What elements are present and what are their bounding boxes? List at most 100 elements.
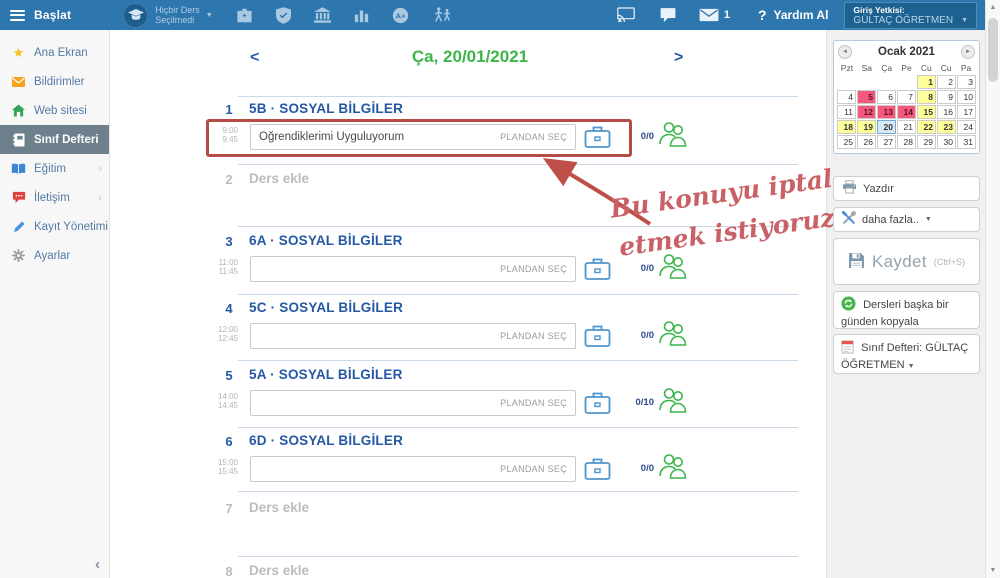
select-from-plan-button[interactable]: PLANDAN SEÇ: [500, 331, 567, 341]
sidebar-item-record-management[interactable]: Kayıt Yönetimi: [0, 212, 109, 241]
calendar-day[interactable]: 19: [857, 120, 876, 134]
calendar-day[interactable]: 9: [937, 90, 956, 104]
next-day-button[interactable]: >: [674, 49, 683, 67]
help-button[interactable]: Yardım Al: [774, 8, 829, 22]
calendar-day[interactable]: 8: [917, 90, 936, 104]
briefcase-icon[interactable]: [584, 456, 611, 486]
hamburger-menu-icon[interactable]: [10, 7, 25, 23]
calendar-day[interactable]: 31: [957, 135, 976, 149]
more-options-button[interactable]: daha fazla.. ▼: [833, 207, 980, 232]
scrollbar-thumb[interactable]: [988, 18, 998, 82]
shield-check-icon[interactable]: [275, 6, 291, 24]
attendance-people-icon[interactable]: [658, 252, 688, 285]
topic-input[interactable]: Öğrendiklerimi Uyguluyorum PLANDAN SEÇ: [250, 124, 576, 150]
lesson-title[interactable]: 5B · SOSYAL BİLGİLER: [249, 101, 403, 116]
calendar-day[interactable]: 13: [877, 105, 896, 119]
attendance-people-icon[interactable]: [658, 386, 688, 419]
topic-input[interactable]: PLANDAN SEÇ: [250, 256, 576, 282]
lesson-title[interactable]: 6A · SOSYAL BİLGİLER: [249, 233, 403, 248]
add-lesson-button[interactable]: Ders ekle: [249, 500, 309, 515]
topic-input[interactable]: PLANDAN SEÇ: [250, 390, 576, 416]
briefcase-icon[interactable]: [584, 256, 611, 286]
add-lesson-button[interactable]: Ders ekle: [249, 171, 309, 186]
login-role-dropdown[interactable]: Giriş Yetkisi: GÜLTAÇ ÖĞRETMEN ▼: [844, 1, 977, 29]
sidebar-item-settings[interactable]: Ayarlar: [0, 241, 109, 270]
briefcase-icon[interactable]: [584, 323, 611, 353]
sidebar-item-notifications[interactable]: Bildirimler: [0, 67, 109, 96]
select-from-plan-button[interactable]: PLANDAN SEÇ: [500, 264, 567, 274]
walking-people-icon[interactable]: [432, 6, 452, 24]
calendar-day[interactable]: 14: [897, 105, 916, 119]
help-icon[interactable]: ?: [758, 7, 767, 23]
calendar-day[interactable]: 5: [857, 90, 876, 104]
grade-a-plus-icon[interactable]: A+: [392, 7, 409, 24]
calendar-day[interactable]: 18: [837, 120, 856, 134]
topic-input[interactable]: PLANDAN SEÇ: [250, 456, 576, 482]
calendar-day[interactable]: 29: [917, 135, 936, 149]
add-lesson-button[interactable]: Ders ekle: [249, 563, 309, 578]
lesson-time: 15:00 15:45: [217, 458, 238, 476]
briefcase-icon[interactable]: [236, 8, 253, 23]
topic-input[interactable]: PLANDAN SEÇ: [250, 323, 576, 349]
calendar-day[interactable]: 2: [937, 75, 956, 89]
calendar-day[interactable]: 3: [957, 75, 976, 89]
sidebar-item-class-register[interactable]: Sınıf Defteri: [0, 125, 109, 154]
copy-lessons-button[interactable]: Dersleri başka bir günden kopyala: [833, 291, 980, 329]
calendar-day[interactable]: 20: [877, 120, 896, 134]
calendar-day[interactable]: 28: [897, 135, 916, 149]
print-button[interactable]: Yazdır: [833, 176, 980, 201]
calendar-day[interactable]: 12: [857, 105, 876, 119]
select-from-plan-button[interactable]: PLANDAN SEÇ: [500, 398, 567, 408]
calendar-day[interactable]: 17: [957, 105, 976, 119]
chat-icon[interactable]: [659, 7, 677, 24]
calendar-day[interactable]: 15: [917, 105, 936, 119]
calendar-day[interactable]: 11: [837, 105, 856, 119]
bank-building-icon[interactable]: [313, 7, 331, 23]
select-from-plan-button[interactable]: PLANDAN SEÇ: [500, 464, 567, 474]
calendar-day[interactable]: 10: [957, 90, 976, 104]
calendar-day[interactable]: 23: [937, 120, 956, 134]
calendar-day[interactable]: 27: [877, 135, 896, 149]
attendance-people-icon[interactable]: [658, 452, 688, 485]
mail-icon[interactable]: [699, 8, 719, 22]
sidebar-collapse-icon[interactable]: ‹: [95, 556, 100, 573]
sidebar-item-communication[interactable]: İletişim ›: [0, 183, 109, 212]
page-scrollbar[interactable]: ▲ ▼: [985, 0, 1000, 578]
screen-cast-icon[interactable]: [617, 7, 635, 23]
start-button[interactable]: Başlat: [34, 8, 71, 22]
calendar-day[interactable]: 4: [837, 90, 856, 104]
sidebar-item-education[interactable]: Eğitim ›: [0, 154, 109, 183]
briefcase-icon[interactable]: [584, 124, 611, 154]
calendar-dow-row: Pzt Sa Ça Pe Cu Cu Pa: [837, 62, 976, 75]
calendar-day[interactable]: 30: [937, 135, 956, 149]
select-from-plan-button[interactable]: PLANDAN SEÇ: [500, 132, 567, 142]
calendar-day[interactable]: 7: [897, 90, 916, 104]
attendance-people-icon[interactable]: [658, 120, 688, 153]
calendar-day[interactable]: 25: [837, 135, 856, 149]
lesson-title[interactable]: 5C · SOSYAL BİLGİLER: [249, 300, 403, 315]
course-selector[interactable]: Hiçbir Ders Seçilmedi ▼: [123, 2, 213, 28]
calendar-day[interactable]: 22: [917, 120, 936, 134]
calendar-day[interactable]: 26: [857, 135, 876, 149]
lesson-title[interactable]: 5A · SOSYAL BİLGİLER: [249, 367, 403, 382]
calendar-day[interactable]: 24: [957, 120, 976, 134]
bar-chart-icon[interactable]: [354, 8, 369, 23]
calendar-prev-icon[interactable]: ◄: [838, 45, 852, 59]
sidebar-item-home[interactable]: ★ Ana Ekran: [0, 38, 109, 67]
attendance-people-icon[interactable]: [658, 319, 688, 352]
sidebar-item-website[interactable]: Web sitesi: [0, 96, 109, 125]
previous-day-button[interactable]: <: [250, 49, 259, 67]
pen-icon: [11, 221, 26, 233]
scroll-down-icon[interactable]: ▼: [986, 567, 1000, 574]
calendar-day[interactable]: 21: [897, 120, 916, 134]
lesson-title[interactable]: 6D · SOSYAL BİLGİLER: [249, 433, 403, 448]
calendar-day[interactable]: 6: [877, 90, 896, 104]
scroll-up-icon[interactable]: ▲: [986, 4, 1000, 11]
chevron-down-icon: ▼: [907, 363, 915, 370]
save-button[interactable]: Kaydet (Ctrl+S): [833, 238, 980, 285]
calendar-next-icon[interactable]: ►: [961, 45, 975, 59]
class-register-dropdown[interactable]: Sınıf Defteri: GÜLTAÇ ÖĞRETMEN ▼: [833, 334, 980, 374]
briefcase-icon[interactable]: [584, 390, 611, 420]
calendar-day[interactable]: 1: [917, 75, 936, 89]
calendar-day[interactable]: 16: [937, 105, 956, 119]
